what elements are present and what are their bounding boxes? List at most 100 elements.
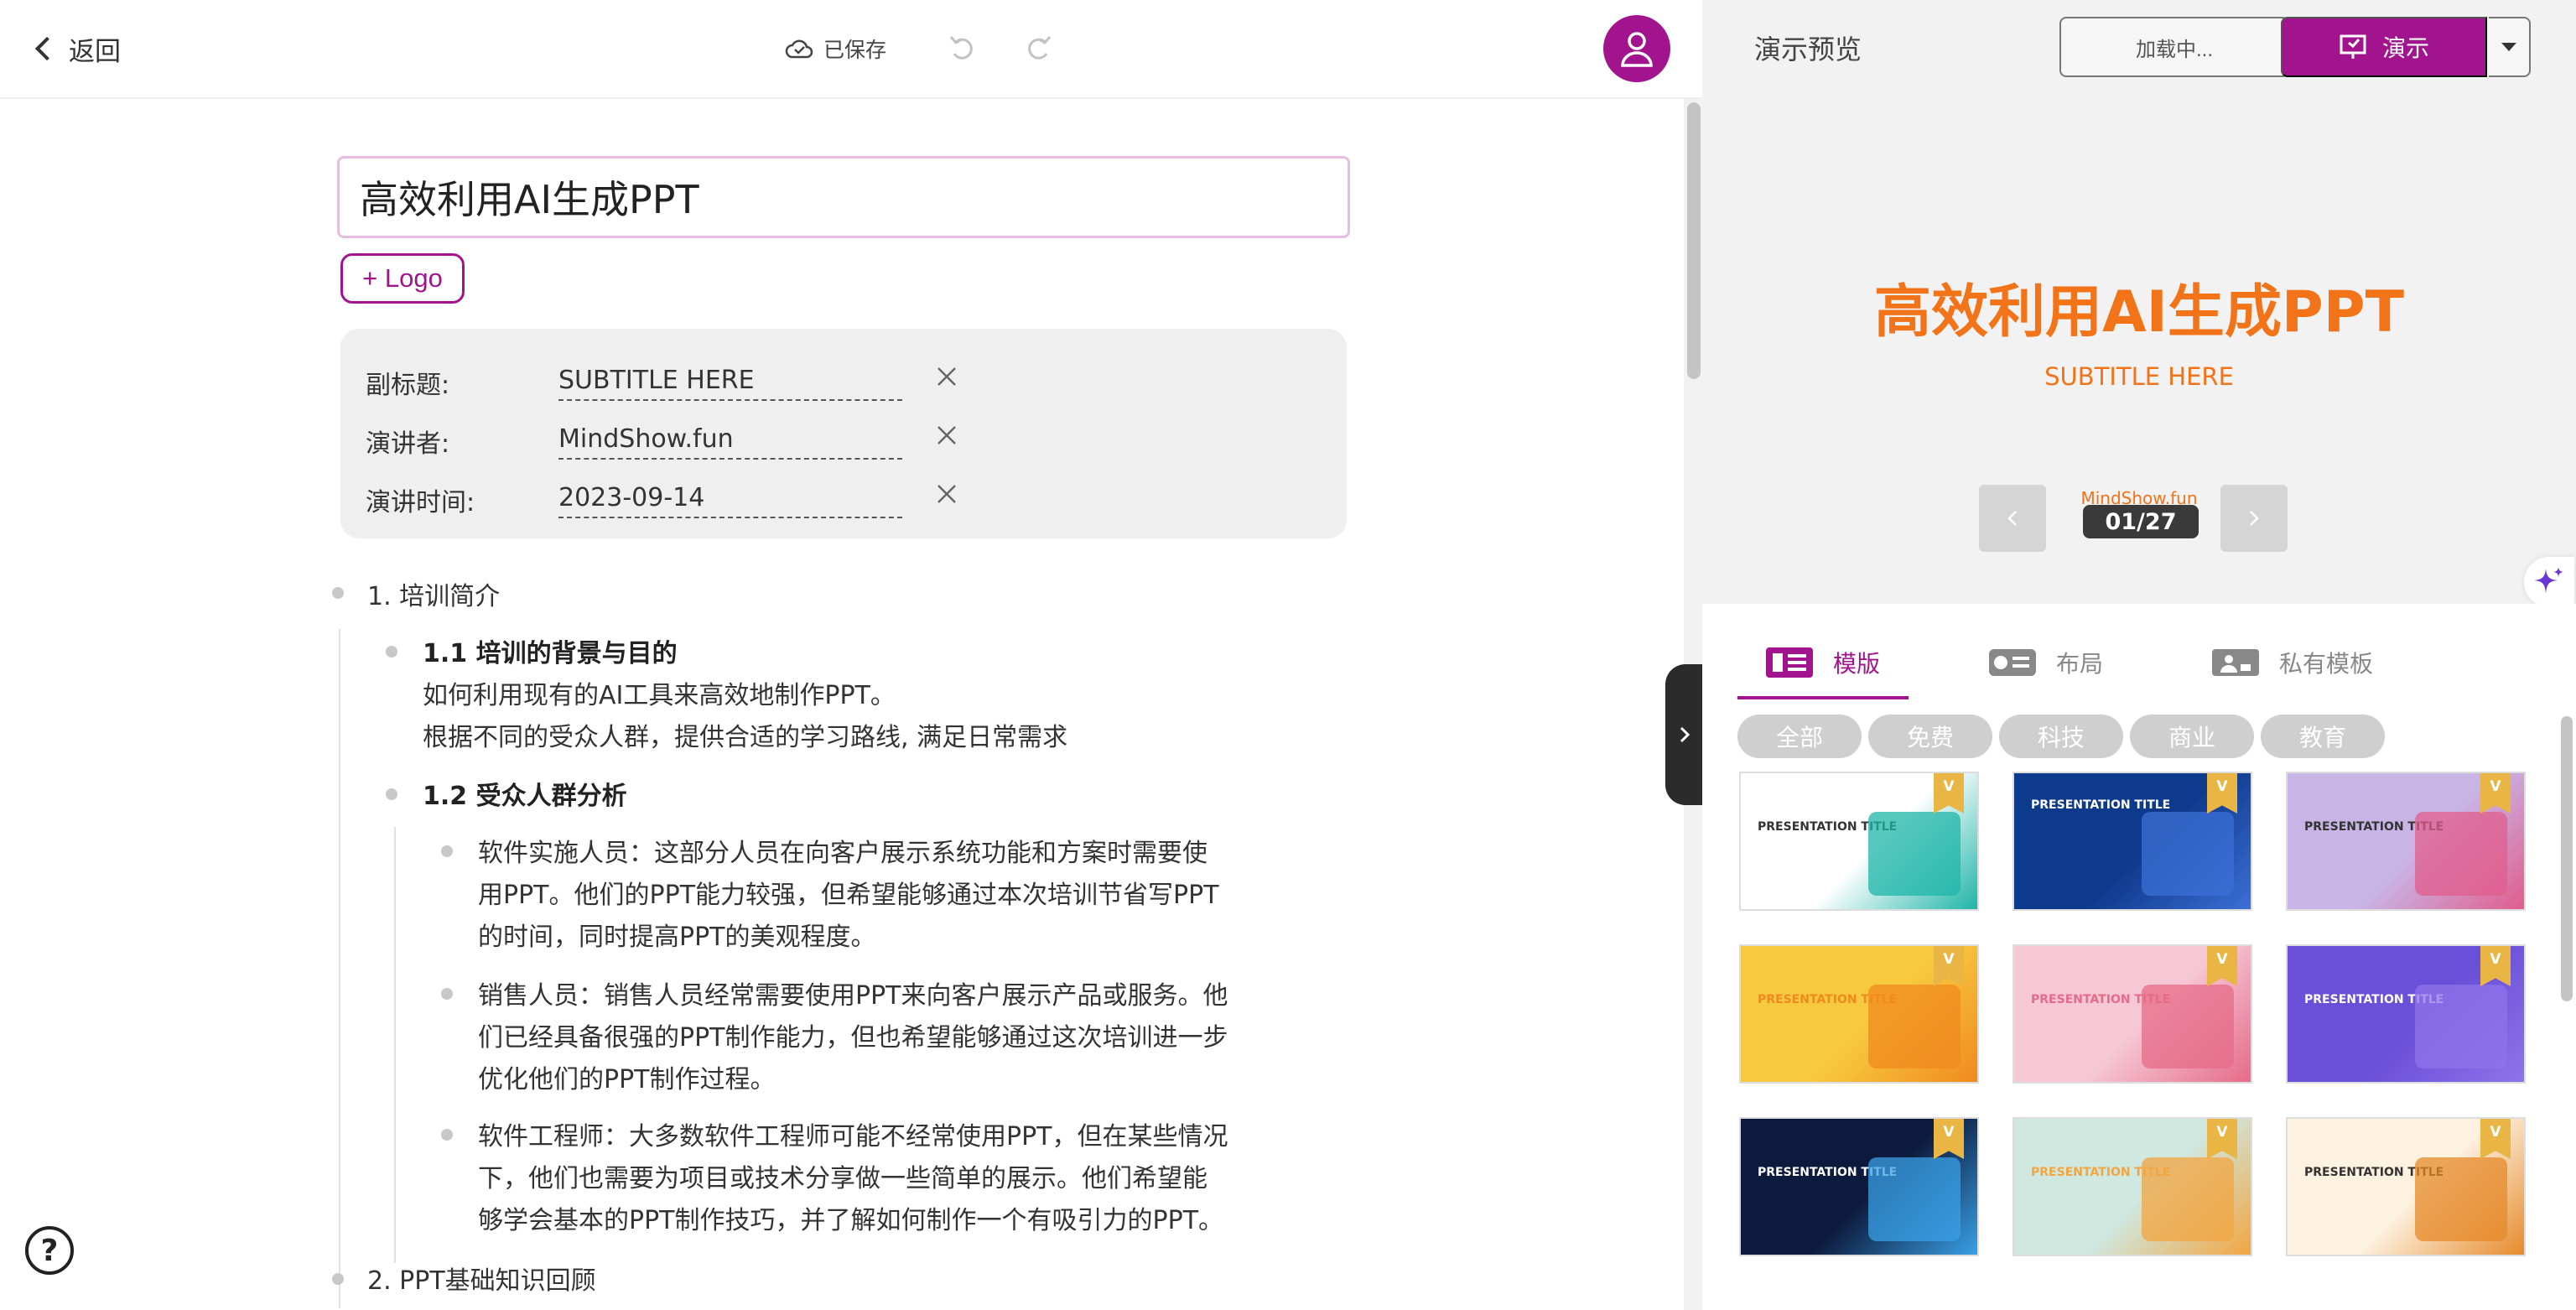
- next-slide-button[interactable]: [2220, 485, 2288, 552]
- vip-badge: V: [1934, 773, 1964, 814]
- filter-chip-all[interactable]: 全部: [1737, 715, 1862, 758]
- private-template-icon: [2212, 649, 2259, 676]
- present-button[interactable]: 演示: [2281, 17, 2487, 77]
- page-indicator: 01/27: [2083, 505, 2199, 538]
- template-thumbnail[interactable]: PRESENTATION TITLE V: [2286, 772, 2526, 911]
- template-thumbnail-art: [1868, 812, 1961, 896]
- editor-scrollbar-thumb[interactable]: [1687, 102, 1701, 379]
- bullet-dot[interactable]: [332, 1273, 344, 1285]
- vip-badge: V: [2207, 1119, 2237, 1159]
- speaker-row: 演讲者: MindShow.fun: [366, 413, 1322, 463]
- template-panel: 模版 布局 私有模板 全部 免费 科技 商业 教育 PRESENTATION T…: [1702, 604, 2576, 1310]
- back-label: 返回: [69, 36, 121, 67]
- filter-chip-free[interactable]: 免费: [1868, 715, 1992, 758]
- prev-slide-button[interactable]: [1979, 485, 2046, 552]
- template-thumbnail-art: [2415, 1157, 2507, 1241]
- template-thumbnail[interactable]: PRESENTATION TITLE V: [2012, 772, 2252, 911]
- bullet-dot[interactable]: [386, 646, 397, 658]
- template-thumbnail-art: [2142, 812, 2234, 896]
- slide-preview[interactable]: 高效利用AI生成PPT SUBTITLE HERE MindShow.fun 0…: [1702, 94, 2576, 602]
- redo-icon[interactable]: [1021, 32, 1055, 65]
- vip-badge: V: [2480, 773, 2511, 814]
- chevron-right-icon: [2250, 511, 2259, 526]
- template-scrollbar-thumb[interactable]: [2561, 716, 2573, 1001]
- back-button[interactable]: 返回: [32, 30, 121, 67]
- preview-title: 演示预览: [1754, 34, 1862, 65]
- undo-icon[interactable]: [946, 32, 979, 65]
- collapse-panel-toggle[interactable]: [1665, 664, 1704, 805]
- speaker-field[interactable]: MindShow.fun: [558, 419, 902, 460]
- tab-private-templates[interactable]: 私有模板: [2210, 637, 2373, 688]
- template-thumbnail[interactable]: PRESENTATION TITLE V: [2012, 944, 2252, 1084]
- sparkle-icon: [2534, 567, 2563, 594]
- bullet-dot[interactable]: [386, 788, 397, 800]
- template-thumbnail-title: PRESENTATION TITLE: [2031, 798, 2171, 812]
- template-thumbnail-art: [2142, 985, 2234, 1068]
- template-thumbnail[interactable]: PRESENTATION TITLE V: [1739, 1117, 1979, 1256]
- template-icon: [1766, 647, 1813, 678]
- outline-section-2[interactable]: 2. PPT基础知识回顾: [367, 1260, 596, 1297]
- user-avatar[interactable]: [1603, 15, 1670, 82]
- add-logo-button[interactable]: + Logo: [340, 253, 465, 304]
- vip-badge: V: [1934, 1119, 1964, 1159]
- outline-text[interactable]: 的时间，同时提高PPT的美观程度。: [478, 916, 876, 953]
- chevron-left-icon: [2007, 511, 2017, 526]
- tab-layout-label: 布局: [2056, 650, 2104, 678]
- date-field[interactable]: 2023-09-14: [558, 478, 902, 518]
- ai-assistant-button[interactable]: [2524, 557, 2574, 607]
- outline-text[interactable]: 够学会基本的PPT制作技巧，并了解如何制作一个有吸引力的PPT。: [478, 1199, 1223, 1236]
- bullet-dot[interactable]: [332, 587, 344, 599]
- subtitle-label: 副标题:: [366, 371, 450, 400]
- ppt-title-input[interactable]: [337, 156, 1350, 238]
- clear-speaker-icon[interactable]: [936, 424, 958, 446]
- present-label: 演示: [2381, 35, 2429, 61]
- clear-subtitle-icon[interactable]: [936, 366, 958, 387]
- tab-layout[interactable]: 布局: [1987, 637, 2103, 688]
- filter-chip-tech[interactable]: 科技: [1999, 715, 2123, 758]
- outline-section-1-1[interactable]: 1.1 培训的背景与目的: [423, 632, 678, 669]
- template-thumbnail[interactable]: PRESENTATION TITLE V: [1739, 944, 1979, 1084]
- bullet-dot[interactable]: [441, 988, 453, 1000]
- template-thumbnail[interactable]: PRESENTATION TITLE V: [2286, 1117, 2526, 1256]
- tab-templates[interactable]: 模版: [1764, 637, 1880, 688]
- presentation-icon: [2340, 34, 2366, 59]
- speaker-label: 演讲者:: [366, 429, 450, 459]
- outline-text[interactable]: 如何利用现有的AI工具来高效地制作PPT。: [423, 674, 896, 711]
- template-thumbnail[interactable]: PRESENTATION TITLE V: [1739, 772, 1979, 911]
- vip-badge: V: [2207, 946, 2237, 986]
- meta-info-box: 副标题: SUBTITLE HERE 演讲者: MindShow.fun 演讲时…: [340, 329, 1347, 538]
- template-thumbnail[interactable]: PRESENTATION TITLE V: [2286, 944, 2526, 1084]
- chevron-right-icon: [1680, 726, 1690, 743]
- outline-text[interactable]: 根据不同的受众人群，提供合适的学习路线, 满足日常需求: [423, 716, 1067, 753]
- outline-section-1[interactable]: 1. 培训简介: [367, 575, 500, 612]
- preview-header: 演示预览 加载中... 演示: [1702, 0, 2576, 94]
- outline-text[interactable]: 销售人员：销售人员经常需要使用PPT来向客户展示产品或服务。他: [478, 975, 1228, 1011]
- layout-icon: [1989, 649, 2036, 676]
- indent-guide: [339, 629, 340, 1308]
- user-icon: [1621, 32, 1653, 67]
- date-label: 演讲时间:: [366, 488, 475, 517]
- outline-text[interactable]: 下，他们也需要为项目或技术分享做一些简单的展示。他们希望能: [478, 1157, 1208, 1194]
- help-button[interactable]: ?: [25, 1226, 74, 1275]
- outline-text[interactable]: 软件实施人员：这部分人员在向客户展示系统功能和方案时需要使: [478, 832, 1208, 869]
- clear-date-icon[interactable]: [936, 483, 958, 505]
- vip-badge: V: [2480, 946, 2511, 986]
- active-tab-indicator: [1737, 696, 1909, 699]
- loading-button[interactable]: 加载中...: [2059, 17, 2289, 77]
- present-options-dropdown[interactable]: [2489, 17, 2531, 77]
- filter-chip-business[interactable]: 商业: [2130, 715, 2254, 758]
- outline-section-1-2[interactable]: 1.2 受众人群分析: [423, 775, 627, 812]
- caret-down-icon: [2501, 43, 2516, 51]
- outline-text[interactable]: 用PPT。他们的PPT能力较强，但希望能够通过本次培训节省写PPT: [478, 874, 1219, 911]
- bullet-dot[interactable]: [441, 845, 453, 857]
- subtitle-field[interactable]: SUBTITLE HERE: [558, 361, 902, 401]
- subtitle-row: 副标题: SUBTITLE HERE: [366, 354, 1322, 404]
- outline-text[interactable]: 们已经具备很强的PPT制作能力，但也希望能够通过这次培训进一步: [478, 1016, 1228, 1053]
- filter-chip-education[interactable]: 教育: [2261, 715, 2385, 758]
- template-thumbnail-art: [2415, 985, 2507, 1068]
- date-row: 演讲时间: 2023-09-14: [366, 471, 1322, 522]
- outline-text[interactable]: 优化他们的PPT制作过程。: [478, 1058, 776, 1095]
- template-thumbnail[interactable]: PRESENTATION TITLE V: [2012, 1117, 2252, 1256]
- bullet-dot[interactable]: [441, 1129, 453, 1141]
- outline-text[interactable]: 软件工程师：大多数软件工程师可能不经常使用PPT，但在某些情况: [478, 1115, 1228, 1152]
